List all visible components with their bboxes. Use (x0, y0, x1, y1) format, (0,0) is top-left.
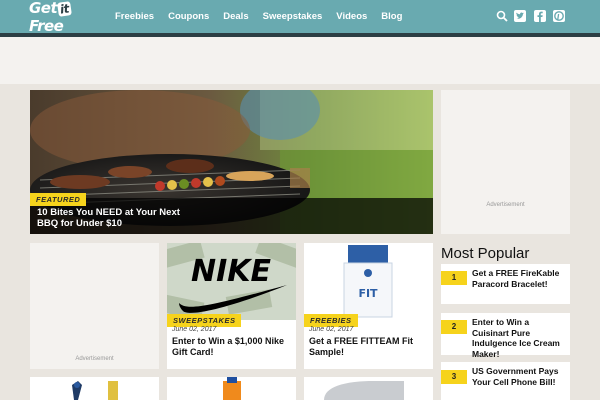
popular-rank-badge: 1 (441, 271, 467, 285)
nav-videos[interactable]: Videos (336, 11, 367, 22)
left-ad-box[interactable]: Advertisement (30, 243, 159, 369)
article-card-partial[interactable] (30, 377, 159, 400)
fit-wordmark: FIT (358, 287, 378, 300)
logo-text-it: it (57, 1, 72, 17)
nav-coupons[interactable]: Coupons (168, 11, 209, 22)
card-date: June 02, 2017 (172, 326, 217, 333)
popular-rank-badge: 2 (441, 320, 467, 334)
nav-freebies[interactable]: Freebies (115, 11, 154, 22)
article-card-fitteam[interactable]: FIT FREEBIES June 02, 2017 Get a FREE FI… (304, 243, 433, 369)
card-title[interactable]: Enter to Win a $1,000 Nike Gift Card! (172, 336, 296, 358)
card-title[interactable]: Get a FREE FITTEAM Fit Sample! (309, 336, 433, 358)
ad-label: Advertisement (486, 202, 525, 208)
popular-item-3[interactable]: 3 US Government Pays Your Cell Phone Bil… (441, 362, 570, 400)
popular-item-text[interactable]: Enter to Win a Cuisinart Pure Indulgence… (472, 317, 568, 359)
search-icon[interactable] (496, 10, 508, 22)
featured-tag[interactable]: FEATURED (30, 193, 87, 206)
logo-text-free: Free (29, 17, 64, 35)
nav-deals[interactable]: Deals (223, 11, 248, 22)
article-card-nike[interactable]: NIKE SWEEPSTAKES June 02, 2017 Enter to … (167, 243, 296, 369)
card-date: June 02, 2017 (309, 326, 354, 333)
top-ad-banner[interactable] (0, 37, 600, 84)
nav-sweepstakes[interactable]: Sweepstakes (263, 11, 323, 22)
popular-item-1[interactable]: 1 Get a FREE FireKable Paracord Bracelet… (441, 264, 570, 304)
side-ad-box[interactable]: Advertisement (441, 90, 570, 234)
most-popular-heading: Most Popular (441, 245, 530, 262)
article-card-partial[interactable] (167, 377, 296, 400)
facebook-icon[interactable] (534, 10, 546, 22)
nike-wordmark: NIKE (191, 254, 272, 289)
popular-rank-badge: 3 (441, 370, 467, 384)
popular-item-2[interactable]: 2 Enter to Win a Cuisinart Pure Indulgen… (441, 313, 570, 359)
main-nav: Freebies Coupons Deals Sweepstakes Video… (115, 11, 416, 22)
ad-label: Advertisement (75, 356, 114, 362)
twitter-icon[interactable] (514, 10, 526, 22)
popular-item-text[interactable]: US Government Pays Your Cell Phone Bill! (472, 366, 568, 387)
site-logo[interactable]: Get itFree (29, 0, 101, 35)
nav-blog[interactable]: Blog (381, 11, 402, 22)
popular-item-text[interactable]: Get a FREE FireKable Paracord Bracelet! (472, 268, 568, 289)
nike-card-image: NIKE (167, 243, 296, 320)
hose-nozzle-image (30, 377, 159, 400)
pinterest-icon[interactable] (553, 10, 565, 22)
logo-text-get: Get (29, 0, 58, 17)
pipe-image (304, 377, 433, 400)
fitteam-card-image: FIT (304, 243, 433, 320)
article-card-partial[interactable] (304, 377, 433, 400)
hero-title[interactable]: 10 Bites You NEED at Your Next BBQ for U… (37, 207, 197, 229)
detergent-image (167, 377, 296, 400)
